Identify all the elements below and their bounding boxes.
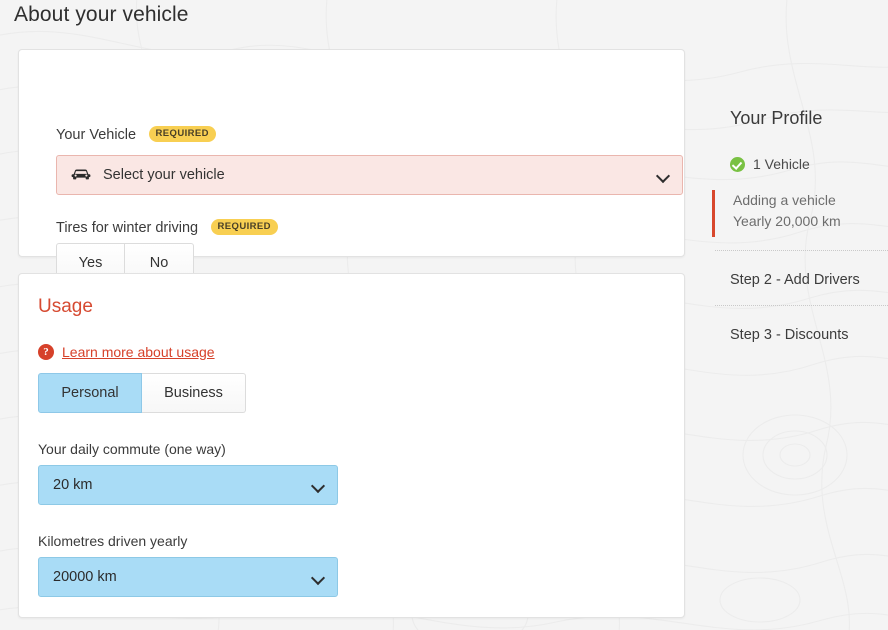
chevron-down-icon <box>657 171 670 179</box>
profile-vehicle-count-label: 1 Vehicle <box>753 156 810 172</box>
tires-option-yes-label: Yes <box>78 255 103 271</box>
tires-label: Tires for winter driving <box>56 219 199 236</box>
yearly-select[interactable]: 20000 km <box>38 557 338 597</box>
usage-help-link[interactable]: ? Learn more about usage <box>38 344 215 360</box>
profile-step-3[interactable]: Step 3 - Discounts <box>715 305 888 343</box>
page-title: About your vehicle <box>14 3 189 26</box>
question-circle-icon: ? <box>38 344 54 360</box>
vehicle-required-badge: REQUIRED <box>148 126 216 142</box>
chevron-down-icon <box>312 573 325 581</box>
yearly-select-value: 20000 km <box>53 569 117 585</box>
vehicle-label-row: Your Vehicle REQUIRED <box>56 126 216 144</box>
vehicle-select[interactable]: Select your vehicle <box>56 155 683 195</box>
profile-title: Your Profile <box>730 108 823 128</box>
usage-option-business-label: Business <box>164 385 223 401</box>
vehicle-select-value: Select your vehicle <box>103 167 225 183</box>
tires-option-no-label: No <box>149 255 169 271</box>
tires-required-badge: REQUIRED <box>210 219 278 235</box>
usage-title: Usage <box>38 296 93 317</box>
commute-select-value: 20 km <box>53 477 93 493</box>
usage-card: Usage ? Learn more about usage Personal … <box>18 273 685 618</box>
commute-select[interactable]: 20 km <box>38 465 338 505</box>
check-circle-icon <box>730 156 745 172</box>
vehicle-label: Your Vehicle <box>56 126 137 143</box>
profile-vehicle-count: 1 Vehicle <box>730 156 810 172</box>
profile-step-3-label: Step 3 - Discounts <box>730 327 849 343</box>
yearly-label: Kilometres driven yearly <box>38 533 188 549</box>
usage-option-personal-label: Personal <box>61 385 119 401</box>
tires-label-row: Tires for winter driving REQUIRED <box>56 219 278 237</box>
chevron-down-icon <box>312 481 325 489</box>
vehicle-card: Your Vehicle REQUIRED Select your vehicl… <box>18 49 685 283</box>
profile-step-2-label: Step 2 - Add Drivers <box>730 272 860 288</box>
profile-active-step-line2: Yearly 20,000 km <box>733 213 841 229</box>
usage-toggle-group: Personal Business <box>38 373 246 413</box>
profile-active-step[interactable]: Adding a vehicle Yearly 20,000 km <box>712 190 888 237</box>
car-front-icon <box>71 169 91 180</box>
commute-label: Your daily commute (one way) <box>38 441 226 457</box>
usage-help-link-label: Learn more about usage <box>62 344 215 360</box>
usage-option-business[interactable]: Business <box>142 373 246 413</box>
profile-step-2[interactable]: Step 2 - Add Drivers <box>715 250 888 288</box>
profile-active-step-line1: Adding a vehicle <box>733 192 836 208</box>
usage-option-personal[interactable]: Personal <box>38 373 142 413</box>
